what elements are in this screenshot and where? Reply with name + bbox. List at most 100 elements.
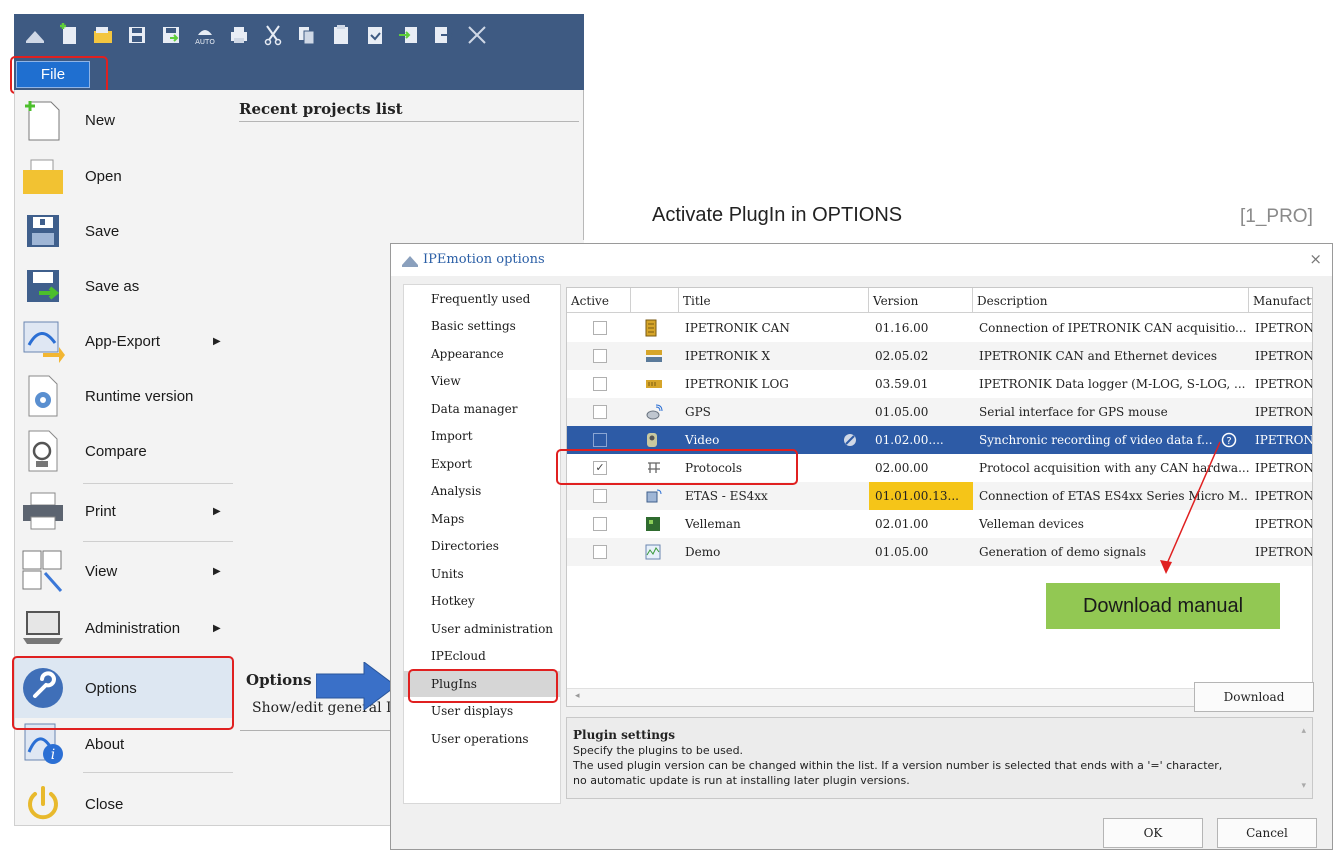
file-menu-items: New Open Save Save as App-Export ▶ Runti… bbox=[15, 90, 233, 825]
plugin-manufacturer: IPETRONI bbox=[1255, 405, 1313, 419]
menu-item-options[interactable]: Options bbox=[15, 658, 233, 718]
nav-item-basic-settings[interactable]: Basic settings bbox=[404, 313, 560, 339]
menu-item-save-as[interactable]: Save as bbox=[15, 260, 233, 312]
recent-projects-divider bbox=[239, 121, 579, 122]
nav-item-directories[interactable]: Directories bbox=[404, 533, 560, 559]
auto-icon[interactable]: AUTO bbox=[192, 22, 218, 48]
version-info-icon[interactable] bbox=[837, 426, 867, 454]
column-header-title[interactable]: Title bbox=[679, 288, 869, 313]
table-row[interactable]: IPETRONIK X 02.05.02 IPETRONIK CAN and E… bbox=[567, 342, 1312, 370]
menu-item-app-export[interactable]: App-Export ▶ bbox=[15, 315, 233, 367]
download-button[interactable]: Download bbox=[1194, 682, 1314, 712]
active-checkbox[interactable] bbox=[593, 321, 607, 335]
plugin-version: 02.00.00 bbox=[875, 461, 929, 475]
menu-item-close[interactable]: Close bbox=[15, 778, 233, 830]
nav-item-import[interactable]: Import bbox=[404, 423, 560, 449]
menu-item-label: App-Export bbox=[85, 332, 161, 350]
import-icon[interactable] bbox=[396, 22, 422, 48]
nav-item-user-administration[interactable]: User administration bbox=[404, 616, 560, 642]
active-checkbox[interactable] bbox=[593, 405, 607, 419]
nav-item-data-manager[interactable]: Data manager bbox=[404, 396, 560, 422]
video-camera-icon bbox=[639, 426, 669, 454]
new-icon[interactable] bbox=[56, 22, 82, 48]
power-icon bbox=[21, 782, 65, 826]
table-row[interactable]: ETAS - ES4xx 01.01.00.13... Connection o… bbox=[567, 482, 1312, 510]
svg-text:?: ? bbox=[1226, 436, 1231, 447]
nav-item-frequently-used[interactable]: Frequently used bbox=[404, 286, 560, 312]
menu-item-new[interactable]: New bbox=[15, 94, 233, 146]
table-row[interactable]: Demo 01.05.00 Generation of demo signals… bbox=[567, 538, 1312, 566]
plugin-version: 02.01.00 bbox=[875, 517, 929, 531]
ipetronik-x-icon bbox=[639, 342, 669, 370]
plugin-settings-title: Plugin settings bbox=[573, 728, 676, 742]
plugin-version-highlighted[interactable]: 01.01.00.13... bbox=[869, 482, 973, 510]
active-checkbox[interactable] bbox=[593, 489, 607, 503]
plugin-description: Serial interface for GPS mouse bbox=[979, 405, 1168, 419]
nav-item-ipecloud[interactable]: IPEcloud bbox=[404, 643, 560, 669]
column-header-icon[interactable] bbox=[631, 288, 679, 313]
ok-button[interactable]: OK bbox=[1103, 818, 1203, 848]
close-icon[interactable] bbox=[464, 22, 490, 48]
active-checkbox[interactable] bbox=[593, 433, 607, 447]
menu-item-compare[interactable]: Compare bbox=[15, 425, 233, 477]
open-icon[interactable] bbox=[90, 22, 116, 48]
menu-item-open[interactable]: Open bbox=[15, 150, 233, 202]
nav-item-appearance[interactable]: Appearance bbox=[404, 341, 560, 367]
active-checkbox[interactable] bbox=[593, 545, 607, 559]
nav-item-user-displays[interactable]: User displays bbox=[404, 698, 560, 724]
copy-icon[interactable] bbox=[294, 22, 320, 48]
scroll-left-icon[interactable]: ◂ bbox=[575, 691, 580, 701]
save-as-icon[interactable] bbox=[158, 22, 184, 48]
file-button[interactable]: File bbox=[16, 61, 90, 88]
active-checkbox[interactable] bbox=[593, 377, 607, 391]
column-header-description[interactable]: Description bbox=[973, 288, 1249, 313]
column-header-version[interactable]: Version bbox=[869, 288, 973, 313]
active-checkbox[interactable] bbox=[593, 349, 607, 363]
nav-item-hotkey[interactable]: Hotkey bbox=[404, 588, 560, 614]
plugin-description: IPETRONIK Data logger (M-LOG, S-LOG, ... bbox=[979, 377, 1246, 391]
nav-item-export[interactable]: Export bbox=[404, 451, 560, 477]
table-row[interactable]: IPETRONIK LOG 03.59.01 IPETRONIK Data lo… bbox=[567, 370, 1312, 398]
app-icon[interactable] bbox=[22, 22, 48, 48]
paste-icon[interactable] bbox=[328, 22, 354, 48]
about-icon: i bbox=[21, 722, 65, 766]
menu-item-runtime-version[interactable]: Runtime version bbox=[15, 370, 233, 422]
paste-special-icon[interactable] bbox=[362, 22, 388, 48]
dialog-close-button[interactable]: × bbox=[1309, 250, 1322, 268]
nav-item-user-operations[interactable]: User operations bbox=[404, 726, 560, 752]
menu-item-administration[interactable]: Administration ▶ bbox=[15, 602, 233, 654]
menu-item-about[interactable]: i About bbox=[15, 718, 233, 770]
nav-item-plugins[interactable]: PlugIns bbox=[404, 671, 560, 697]
menu-item-view[interactable]: View ▶ bbox=[15, 545, 233, 597]
active-checkbox-checked[interactable]: ✓ bbox=[593, 461, 607, 475]
help-manual-icon[interactable]: ? bbox=[1215, 426, 1245, 454]
nav-item-maps[interactable]: Maps bbox=[404, 506, 560, 532]
menu-item-label: Open bbox=[85, 167, 122, 185]
plugin-manufacturer: IPETRONI bbox=[1255, 489, 1313, 503]
nav-item-view[interactable]: View bbox=[404, 368, 560, 394]
plugin-version[interactable]: 01.02.00.... bbox=[869, 426, 973, 454]
nav-item-analysis[interactable]: Analysis bbox=[404, 478, 560, 504]
save-icon[interactable] bbox=[124, 22, 150, 48]
active-checkbox[interactable] bbox=[593, 517, 607, 531]
plugin-manufacturer: IPETRONI bbox=[1255, 321, 1313, 335]
plugin-description: Protocol acquisition with any CAN hardwa… bbox=[979, 461, 1249, 475]
nav-item-units[interactable]: Units bbox=[404, 561, 560, 587]
cut-icon[interactable] bbox=[260, 22, 286, 48]
column-header-active[interactable]: Active bbox=[567, 288, 631, 313]
scroll-down-icon[interactable]: ▾ bbox=[1301, 779, 1306, 794]
export-icon[interactable] bbox=[430, 22, 456, 48]
scroll-up-icon[interactable]: ▴ bbox=[1301, 724, 1306, 739]
options-submenu-title: Options bbox=[246, 671, 312, 689]
column-header-manufacturer[interactable]: Manufactu bbox=[1249, 288, 1312, 313]
table-row[interactable]: Velleman 02.01.00 Velleman devices IPETR… bbox=[567, 510, 1312, 538]
cancel-button[interactable]: Cancel bbox=[1217, 818, 1317, 848]
table-row-selected[interactable]: Video 01.02.00.... Synchronic recording … bbox=[567, 426, 1312, 454]
submenu-arrow-icon: ▶ bbox=[213, 565, 221, 577]
table-row[interactable]: ✓ Protocols 02.00.00 Protocol acquisitio… bbox=[567, 454, 1312, 482]
menu-item-print[interactable]: Print ▶ bbox=[15, 485, 233, 537]
table-row[interactable]: GPS 01.05.00 Serial interface for GPS mo… bbox=[567, 398, 1312, 426]
table-row[interactable]: IPETRONIK CAN 01.16.00 Connection of IPE… bbox=[567, 314, 1312, 342]
menu-item-save[interactable]: Save bbox=[15, 205, 233, 257]
print-icon[interactable] bbox=[226, 22, 252, 48]
